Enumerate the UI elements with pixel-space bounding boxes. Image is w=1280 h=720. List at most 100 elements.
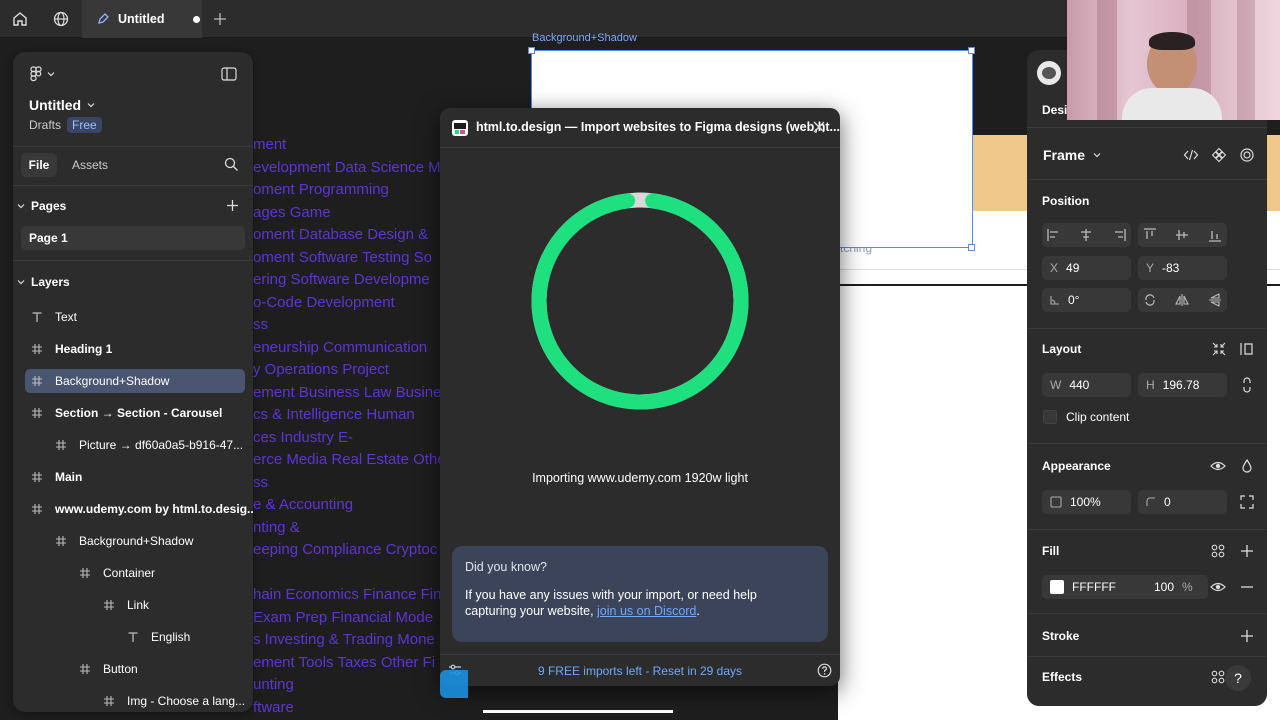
- tab-assets[interactable]: Assets: [72, 158, 108, 172]
- main-menu-button[interactable]: [29, 66, 55, 82]
- layer-item[interactable]: Section → Section - Carousel: [13, 398, 253, 428]
- category-link-text: o-Code Development: [253, 293, 395, 311]
- constrain-proportions-icon[interactable]: [1239, 377, 1255, 393]
- layer-item[interactable]: Picture → df60a0a5-b916-47...: [13, 430, 253, 460]
- layout-heading: Layout: [1042, 342, 1082, 356]
- help-circle-icon[interactable]: [817, 663, 832, 678]
- text-layer-icon: [127, 631, 139, 643]
- eye-icon[interactable]: [1210, 458, 1226, 474]
- layer-label: Section → Section - Carousel: [55, 406, 223, 420]
- sidebar-toggle-icon[interactable]: [221, 67, 237, 81]
- position-heading: Position: [1042, 194, 1090, 208]
- drop-icon[interactable]: [1239, 458, 1255, 474]
- layer-item[interactable]: Button: [13, 654, 253, 684]
- w-key: W: [1050, 378, 1062, 392]
- home-icon[interactable]: [0, 0, 40, 38]
- shrink-icon[interactable]: [1211, 341, 1227, 357]
- layer-label: Container: [103, 566, 156, 580]
- discord-link[interactable]: join us on Discord: [597, 604, 696, 618]
- layer-item[interactable]: English: [13, 622, 253, 652]
- resize-handle[interactable]: [528, 47, 535, 54]
- independent-corners-icon[interactable]: [1239, 494, 1255, 510]
- corner-radius-icon: [1146, 497, 1155, 506]
- component-icon[interactable]: [1211, 147, 1227, 163]
- right-panel: Desi Frame Position X 49 Y -83 0° Layout…: [1027, 50, 1267, 706]
- y-field[interactable]: Y -83: [1138, 256, 1227, 280]
- file-title-button[interactable]: Untitled: [29, 97, 95, 113]
- add-fill-plus-icon[interactable]: [1239, 543, 1255, 559]
- layer-item[interactable]: Container: [13, 558, 253, 588]
- eye-icon[interactable]: [1210, 579, 1226, 595]
- height-field[interactable]: H 196.78: [1138, 373, 1227, 397]
- plugin-footer: 9 FREE imports left - Reset in 29 days: [440, 654, 840, 686]
- category-link-text: unting: [253, 676, 294, 693]
- fill-color-field[interactable]: FFFFFF 100 %: [1042, 575, 1208, 599]
- add-stroke-plus-icon[interactable]: [1239, 628, 1255, 644]
- category-link-text: s Investing & Trading Mone: [253, 631, 435, 648]
- rotate-icon[interactable]: [1143, 293, 1157, 307]
- tab-file[interactable]: File: [21, 153, 57, 177]
- styles-grid-icon[interactable]: [1210, 543, 1226, 559]
- rotation-value: 0°: [1068, 293, 1080, 307]
- align-bottom-icon[interactable]: [1208, 228, 1222, 242]
- tab-design[interactable]: Desi: [1042, 103, 1067, 117]
- new-tab-plus-icon[interactable]: [200, 0, 240, 38]
- close-icon[interactable]: [812, 120, 826, 134]
- code-icon[interactable]: [1183, 147, 1199, 163]
- clip-content-checkbox[interactable]: [1043, 410, 1057, 424]
- opacity-field[interactable]: 100%: [1042, 490, 1131, 514]
- category-link-text: ages Game: [253, 203, 331, 221]
- frame-hash-icon: [31, 343, 43, 355]
- globe-icon[interactable]: [41, 0, 81, 38]
- auto-layout-icon[interactable]: [1239, 341, 1255, 357]
- avatar[interactable]: [1037, 61, 1061, 85]
- rotation-field[interactable]: 0°: [1042, 288, 1131, 312]
- help-button[interactable]: ?: [1225, 665, 1251, 691]
- toolbar-active-tool[interactable]: [440, 670, 468, 698]
- frame-type-dropdown[interactable]: Frame: [1043, 147, 1101, 163]
- align-left-icon[interactable]: [1047, 228, 1061, 242]
- align-top-icon[interactable]: [1143, 228, 1157, 242]
- layer-item[interactable]: Background+Shadow: [13, 526, 253, 556]
- resize-handle[interactable]: [968, 47, 975, 54]
- opacity-value: 100%: [1070, 495, 1101, 509]
- x-field[interactable]: X 49: [1042, 256, 1131, 280]
- unsaved-dot: [192, 15, 200, 23]
- divider: [1027, 443, 1267, 444]
- flip-horizontal-icon[interactable]: [1175, 293, 1190, 307]
- add-page-plus-icon[interactable]: [226, 199, 239, 212]
- search-icon[interactable]: [224, 157, 239, 172]
- pages-section-toggle[interactable]: Pages: [17, 199, 66, 213]
- fill-swatch[interactable]: [1050, 580, 1064, 594]
- layer-item[interactable]: Link: [13, 590, 253, 620]
- tab-untitled[interactable]: Untitled: [82, 0, 202, 38]
- page-item[interactable]: Page 1: [21, 226, 245, 250]
- styles-grid-icon[interactable]: [1210, 669, 1226, 685]
- text-layer-icon: [31, 311, 43, 323]
- chevron-down-icon: [87, 103, 95, 108]
- category-link-text: ment: [253, 136, 287, 153]
- frame-hash-icon: [31, 471, 43, 483]
- layer-item[interactable]: Img - Choose a lang...: [13, 686, 253, 712]
- corner-radius-field[interactable]: 0: [1138, 490, 1227, 514]
- flip-vertical-icon[interactable]: [1208, 293, 1222, 307]
- layer-item[interactable]: Text: [13, 302, 253, 332]
- category-link-text: ss: [253, 473, 268, 491]
- scrollbar-indicator[interactable]: [483, 710, 673, 713]
- width-field[interactable]: W 440: [1042, 373, 1131, 397]
- mask-icon[interactable]: [1239, 147, 1255, 163]
- drafts-label[interactable]: Drafts: [29, 118, 61, 132]
- category-link-text: eneurship Communication: [253, 338, 428, 356]
- layer-item[interactable]: Heading 1: [13, 334, 253, 364]
- category-link-text: ering Software Developme: [253, 271, 430, 288]
- layer-item[interactable]: Main: [13, 462, 253, 492]
- align-middle-icon[interactable]: [1175, 228, 1189, 242]
- layers-section-toggle[interactable]: Layers: [17, 275, 70, 289]
- align-right-icon[interactable]: [1112, 228, 1126, 242]
- layer-item[interactable]: Background+Shadow: [25, 369, 245, 393]
- resize-handle[interactable]: [968, 244, 975, 251]
- remove-fill-minus-icon[interactable]: [1239, 579, 1255, 595]
- align-center-h-icon[interactable]: [1079, 228, 1093, 242]
- layer-item[interactable]: www.udemy.com by html.to.desig...: [13, 494, 253, 524]
- progress-ring: [531, 192, 749, 410]
